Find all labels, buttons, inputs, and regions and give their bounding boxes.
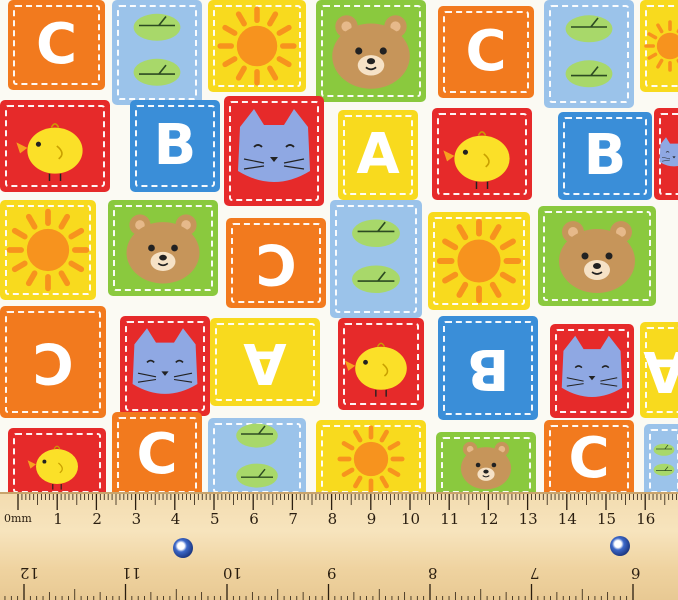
tile-letter: C <box>568 426 610 491</box>
tile-letter: C <box>136 422 178 487</box>
sun-motif <box>644 20 678 72</box>
tile-leaves <box>112 0 202 105</box>
tile-leaves <box>330 200 422 318</box>
bear-motif <box>460 441 512 490</box>
ruler-cm-number: 11 <box>440 510 460 528</box>
tile-bear <box>316 0 426 102</box>
ruler-inch-number: 9 <box>326 564 337 582</box>
ruler-cm-number: 8 <box>327 510 338 528</box>
tile-letter: A <box>356 122 400 187</box>
tile-letter: A <box>640 322 678 418</box>
leaves-motif <box>133 13 181 86</box>
tile-letter-c: C <box>544 420 634 492</box>
tile-cat <box>550 324 634 418</box>
leaves-motif <box>352 219 400 294</box>
tile-cat <box>224 96 324 206</box>
sun-motif <box>337 425 405 492</box>
tile-letter-c: C <box>8 0 105 90</box>
ruler-hole-right <box>610 536 630 556</box>
ruler-inch-number: 8 <box>428 564 438 582</box>
chick-motif <box>344 342 407 397</box>
ruler-hole-left <box>173 538 193 558</box>
tile-leaves <box>644 424 678 492</box>
ruler-cm-number: 15 <box>597 510 617 528</box>
ruler: 0mm 1 2 3 4 5 6 7 8 9 10 11 12 13 14 15 16 12 11 10 9 8 7 6 <box>0 492 678 600</box>
tile-letter-c: C <box>226 218 326 308</box>
tile-leaves <box>208 418 306 492</box>
ruler-cm-number: 2 <box>92 510 102 528</box>
ruler-cm-number: 10 <box>401 510 421 528</box>
ruler-unit-label: 0mm <box>4 512 32 525</box>
tile-letter: C <box>35 12 78 77</box>
sun-motif <box>436 218 522 304</box>
tile-sun <box>640 0 678 92</box>
tile-letter-c: C <box>112 412 202 492</box>
chick-motif <box>27 445 78 490</box>
tile-letter-c: C <box>0 306 106 418</box>
sun-motif <box>6 208 90 292</box>
tile-letter: B <box>466 336 510 401</box>
tile-sun <box>316 420 426 492</box>
ruler-inch-number: 7 <box>529 564 540 582</box>
ruler-cm-number: 7 <box>288 510 298 528</box>
ruler-cm-number: 9 <box>366 510 377 528</box>
tile-bear <box>538 206 656 306</box>
bear-motif <box>126 214 200 284</box>
tile-letter-a: A <box>640 322 678 418</box>
tile-letter: C <box>32 330 74 395</box>
ruler-cm-number: 14 <box>557 510 577 528</box>
tile-sun <box>208 0 306 92</box>
leaves-motif <box>565 15 613 88</box>
tile-letter-b: B <box>130 100 220 192</box>
ruler-inch-number: 11 <box>121 564 141 582</box>
tile-bear <box>436 432 536 492</box>
tile-leaves <box>544 0 634 108</box>
tile-letter: C <box>465 19 507 84</box>
tile-letter-b: B <box>438 316 538 420</box>
tile-letter-b: B <box>558 112 652 200</box>
leaves-motif <box>653 443 675 476</box>
tile-chick <box>8 428 106 492</box>
fabric-pattern: CCBABCCABACC <box>0 0 678 492</box>
tile-chick <box>338 318 424 410</box>
bear-motif <box>332 15 410 89</box>
tile-letter: B <box>583 123 627 188</box>
ruler-inch-number: 12 <box>20 564 40 582</box>
tile-letter: C <box>255 231 297 296</box>
leaves-motif <box>236 423 278 488</box>
ruler-cm-number: 5 <box>210 510 220 528</box>
ruler-cm-number: 13 <box>518 510 538 528</box>
tile-chick <box>0 100 110 192</box>
sun-motif <box>217 6 297 86</box>
ruler-inch-number: 10 <box>223 564 243 582</box>
chick-motif <box>16 123 83 181</box>
ruler-cm-number: 3 <box>131 510 142 528</box>
ruler-cm-number: 12 <box>479 510 499 528</box>
cat-motif <box>561 335 623 398</box>
ruler-cm-number: 1 <box>53 510 63 528</box>
tile-letter-a: A <box>338 110 418 200</box>
tile-letter-a: A <box>210 318 320 406</box>
ruler-cm-number: 6 <box>249 510 259 528</box>
cat-motif <box>238 109 310 182</box>
tile-cat <box>120 316 210 416</box>
tile-sun <box>0 200 96 300</box>
tile-bear <box>108 200 218 296</box>
tile-chick <box>432 108 532 200</box>
ruler-cm-number: 4 <box>170 510 181 528</box>
tile-letter-c: C <box>438 6 534 98</box>
tile-sun <box>428 212 530 310</box>
cat-motif <box>132 328 198 394</box>
cat-motif <box>659 137 678 167</box>
tile-letter: A <box>243 330 287 395</box>
chick-motif <box>443 131 510 189</box>
tile-cat <box>654 108 678 200</box>
ruler-inch-number: 6 <box>631 564 641 582</box>
tile-letter: B <box>153 113 197 178</box>
bear-motif <box>559 221 635 293</box>
ruler-cm-number: 16 <box>636 510 656 528</box>
